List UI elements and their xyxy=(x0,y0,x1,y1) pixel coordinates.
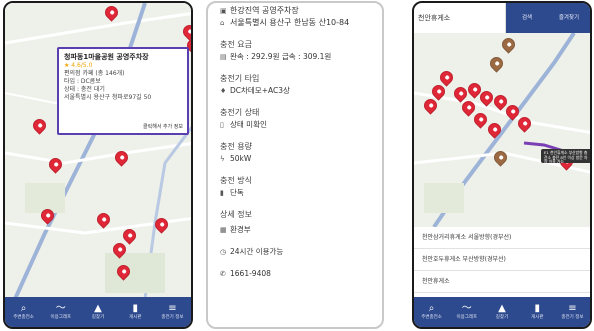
search-icon: ⌕ xyxy=(428,303,435,314)
nav-item-graph[interactable]: 〜 이용그래프 xyxy=(42,297,79,327)
capacity-value: 50kW xyxy=(230,154,252,163)
map-view[interactable]: E1 천안휴게소 부산방향 충전소 충전 8인 이상 방문 차량 이용 가능 xyxy=(414,33,590,227)
list-item[interactable]: 천안삼거리휴게소 서울방향(경부선) xyxy=(414,227,590,249)
tab-favorites[interactable]: 즐겨찾기 xyxy=(548,3,590,33)
phone-row[interactable]: ✆ 1661-9408 xyxy=(220,268,378,280)
phone-screen-search: 천안휴게소 검색 즐겨찾기 E1 천안휴게소 부산방향 충전소 충전 8인 이상… xyxy=(412,1,592,329)
nav-label: 게시판 xyxy=(129,315,142,320)
menu-icon: ≡ xyxy=(568,303,577,314)
fee-value: 완속 : 292.9원 급속 : 309.1원 xyxy=(230,52,332,61)
operator-row: ▦ 환경부 xyxy=(220,224,378,236)
nav-item-board[interactable]: ▮ 게시판 xyxy=(520,297,555,327)
search-icon: ⌕ xyxy=(20,303,27,314)
hours-row: ◷ 24시간 이용가능 xyxy=(220,246,378,258)
nav-label: 이용그래프 xyxy=(50,315,72,320)
nav-label: 길찾기 xyxy=(91,315,105,320)
list-item[interactable]: 천안호두휴게소 부산방향(경부선) xyxy=(414,249,590,271)
type-row: ♦ DC차데모+AC3상 xyxy=(220,85,378,97)
map-view[interactable]: 청파동1마을공원 공영주차장 ★ 4.6/5.0 편의점 카페 (총 146개)… xyxy=(5,3,191,299)
nav-item-board[interactable]: ▮ 게시판 xyxy=(117,297,154,327)
popup-title: 청파동1마을공원 공영주차장 xyxy=(64,53,149,61)
home-icon: ⌂ xyxy=(220,19,225,27)
nav-item-nearby[interactable]: ⌕ 주변충전소 xyxy=(414,297,449,327)
book-icon: ▮ xyxy=(534,303,540,314)
method-row: ▮ 단독 xyxy=(220,187,378,199)
more-heading: 상세 정보 xyxy=(220,210,252,219)
nav-item-nearby[interactable]: ⌕ 주변충전소 xyxy=(5,297,42,327)
bolt-icon: ϟ xyxy=(220,155,225,163)
trend-icon: 〜 xyxy=(55,303,66,314)
nav-item-charger-info[interactable]: ≡ 충전기 정보 xyxy=(154,297,191,327)
status-heading: 충전기 상태 xyxy=(220,108,260,117)
station-popup[interactable]: 청파동1마을공원 공영주차장 ★ 4.6/5.0 편의점 카페 (총 146개)… xyxy=(57,47,189,135)
charger-icon: ▮ xyxy=(220,189,224,197)
bottom-nav: ⌕ 주변충전소 〜 이용그래프 ▲ 길찾기 ▮ 게시판 ≡ 충전기 정보 xyxy=(414,297,590,327)
capacity-heading: 충전 용량 xyxy=(220,142,252,151)
capacity-row: ϟ 50kW xyxy=(220,153,378,165)
search-input[interactable]: 천안휴게소 xyxy=(414,3,506,33)
station-detail: ▣ 한강진역 공영주차장 ⌂ 서울특별시 용산구 한남동 산10-84 충전 요금 … xyxy=(220,5,378,280)
station-tooltip[interactable]: E1 천안휴게소 부산방향 충전소 충전 8인 이상 방문 차량 이용 가능 xyxy=(541,149,590,163)
method-heading: 충전 방식 xyxy=(220,176,252,185)
tab-search[interactable]: 검색 xyxy=(506,3,548,33)
parking-icon: ▣ xyxy=(220,7,227,15)
nav-label: 게시판 xyxy=(531,315,544,320)
nav-label: 길찾기 xyxy=(495,315,509,320)
nav-label: 주변충전소 xyxy=(421,315,442,320)
popup-type: 타입 : DC콤보 xyxy=(64,78,101,85)
station-title-row: ▣ 한강진역 공영주차장 xyxy=(220,5,378,17)
nav-label: 주변충전소 xyxy=(13,315,34,320)
operator-value: 환경부 xyxy=(230,225,251,234)
plug-icon: ♦ xyxy=(220,87,227,95)
battery-icon: ▯ xyxy=(220,121,224,129)
nav-label: 이용그래프 xyxy=(456,315,478,320)
list-item[interactable]: 천안휴게소 xyxy=(414,271,590,293)
popup-address: 서울특별시 용산구 청파로97길 50 xyxy=(64,94,152,101)
building-icon: ▦ xyxy=(220,226,227,234)
nav-item-graph[interactable]: 〜 이용그래프 xyxy=(449,297,484,327)
nav-item-directions[interactable]: ▲ 길찾기 xyxy=(484,297,519,327)
menu-icon: ≡ xyxy=(168,303,177,314)
fee-heading: 충전 요금 xyxy=(220,40,252,49)
nav-item-charger-info[interactable]: ≡ 충전기 정보 xyxy=(555,297,590,327)
popup-nearby: 편의점 카페 (총 146개) xyxy=(64,70,125,77)
search-bar: 천안휴게소 검색 즐겨찾기 xyxy=(414,3,590,33)
phone-icon: ✆ xyxy=(220,270,226,278)
status-row: ▯ 상태 미확인 xyxy=(220,119,378,131)
nav-label: 충전기 정보 xyxy=(161,315,184,320)
phone-screen-map-popup: 청파동1마을공원 공영주차장 ★ 4.6/5.0 편의점 카페 (총 146개)… xyxy=(3,1,193,329)
popup-more-link[interactable]: 클릭해서 추가 정보 xyxy=(143,123,183,131)
status-value: 상태 미확인 xyxy=(230,120,267,129)
phone-screen-station-detail: ▣ 한강진역 공영주차장 ⌂ 서울특별시 용산구 한남동 산10-84 충전 요금 … xyxy=(206,1,384,329)
nav-label: 충전기 정보 xyxy=(561,315,584,320)
phone-value: 1661-9408 xyxy=(230,269,271,278)
navigate-icon: ▲ xyxy=(94,303,102,314)
search-results: 천안삼거리휴게소 서울방향(경부선) 천안호두휴게소 부산방향(경부선) 천안휴… xyxy=(414,227,590,293)
type-heading: 충전기 타입 xyxy=(220,74,260,83)
book-icon: ▮ xyxy=(132,303,138,314)
station-address-row: ⌂ 서울특별시 용산구 한남동 산10-84 xyxy=(220,17,378,29)
popup-rating: ★ 4.6/5.0 xyxy=(64,62,93,69)
nav-item-directions[interactable]: ▲ 길찾기 xyxy=(79,297,116,327)
navigate-icon: ▲ xyxy=(498,303,506,314)
method-value: 단독 xyxy=(230,188,244,197)
trend-icon: 〜 xyxy=(461,303,472,314)
station-title: 한강진역 공영주차장 xyxy=(230,6,299,15)
clock-icon: ◷ xyxy=(220,248,227,256)
bottom-nav: ⌕ 주변충전소 〜 이용그래프 ▲ 길찾기 ▮ 게시판 ≡ 충전기 정보 xyxy=(5,297,191,327)
hours-value: 24시간 이용가능 xyxy=(230,247,284,256)
type-value: DC차데모+AC3상 xyxy=(230,86,290,95)
fee-row: ▤ 완속 : 292.9원 급속 : 309.1원 xyxy=(220,51,378,63)
popup-status: 상태 : 충전 대기 xyxy=(64,86,105,93)
price-icon: ▤ xyxy=(220,53,227,61)
station-address: 서울특별시 용산구 한남동 산10-84 xyxy=(230,18,350,27)
